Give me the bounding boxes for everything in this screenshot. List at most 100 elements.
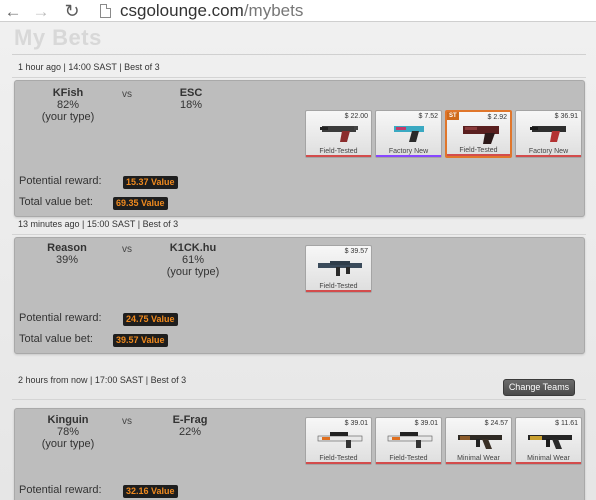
rarity-bar: [306, 290, 371, 292]
rarity-bar: [306, 462, 371, 464]
team-name: ESC: [179, 87, 203, 99]
total-value-label: Total value bet:: [19, 196, 93, 208]
pistol-icon: [320, 126, 358, 142]
bet-items: $ 22.00 Field-Tested $ 7.52 Factory New …: [305, 110, 582, 158]
item-condition: Factory New: [528, 148, 569, 155]
potential-reward-value: 15.37 Value: [123, 176, 178, 189]
team-1: Kinguin 78% (your type): [35, 414, 101, 450]
url-host: csgolounge.com: [120, 1, 244, 20]
item-condition: Factory New: [388, 148, 429, 155]
item-price: $ 39.01: [344, 420, 368, 427]
team-name: K1CK.hu: [169, 242, 217, 254]
forward-arrow-icon[interactable]: →: [31, 1, 51, 21]
browser-toolbar: ← → ↻ csgolounge.com/mybets: [0, 0, 596, 22]
potential-reward-label: Potential reward:: [19, 484, 102, 496]
item-price: $ 2.92: [487, 114, 507, 121]
item-condition: Field-Tested: [319, 455, 358, 462]
item-condition: Field-Tested: [459, 147, 498, 154]
rarity-bar: [306, 155, 371, 157]
match-box: Reason 39% vs K1CK.hu 61% (your type) $ …: [14, 237, 585, 354]
bet-item[interactable]: $ 24.57 Minimal Wear: [445, 417, 512, 465]
team-2: E-Frag 22%: [165, 414, 215, 438]
page-content: My Bets 1 hour ago | 14:00 SAST | Best o…: [0, 22, 596, 500]
team-name: Kinguin: [47, 414, 89, 426]
rarity-bar: [376, 155, 441, 157]
pistol-icon: [463, 126, 499, 144]
total-value-label: Total value bet:: [19, 333, 93, 345]
team-percent: 61%: [181, 254, 205, 266]
potential-reward-label: Potential reward:: [19, 175, 102, 187]
divider: [12, 77, 586, 78]
item-condition: Minimal Wear: [527, 455, 570, 462]
team-name: KFish: [52, 87, 84, 99]
item-price: $ 24.57: [484, 420, 508, 427]
rarity-bar: [446, 462, 511, 464]
bet-meta: 1 hour ago | 14:00 SAST | Best of 3: [18, 62, 160, 72]
potential-reward-value: 24.75 Value: [123, 313, 178, 326]
match-box: KFish 82% (your type) vs ESC 18% $ 22.00…: [14, 80, 585, 217]
item-price: $ 11.61: [555, 420, 578, 427]
team-name: E-Frag: [172, 414, 208, 426]
divider: [12, 234, 586, 235]
bet-item[interactable]: $ 39.57 Field-Tested: [305, 245, 372, 293]
item-price: $ 39.01: [414, 420, 438, 427]
divider: [12, 399, 586, 400]
url-path: /mybets: [243, 1, 304, 20]
team-percent: 78%: [56, 426, 80, 438]
bet-items: $ 39.57 Field-Tested: [305, 245, 372, 293]
item-price: $ 39.57: [344, 248, 368, 255]
rifle-icon: [318, 261, 362, 276]
bet-meta: 13 minutes ago | 15:00 SAST | Best of 3: [18, 219, 179, 229]
address-bar[interactable]: csgolounge.com/mybets: [120, 0, 303, 22]
team-1: KFish 82% (your type): [35, 87, 101, 123]
team-percent: 82%: [56, 99, 80, 111]
sniper-rifle-icon: [317, 432, 363, 448]
total-value-value: 69.35 Value: [113, 197, 168, 210]
total-value-value: 39.57 Value: [113, 334, 168, 347]
rarity-bar: [447, 154, 510, 156]
bet-item[interactable]: $ 22.00 Field-Tested: [305, 110, 372, 158]
bet-item-selected[interactable]: ST $ 2.92 Field-Tested: [445, 110, 512, 158]
bet-item[interactable]: $ 39.01 Field-Tested: [305, 417, 372, 465]
rifle-icon: [458, 435, 502, 449]
team-name: Reason: [47, 242, 87, 254]
change-teams-button[interactable]: Change Teams: [503, 379, 575, 396]
pistol-icon: [530, 126, 566, 142]
team-2: ESC 18%: [171, 87, 211, 111]
potential-reward-value: 32.16 Value: [123, 485, 178, 498]
team-percent: 18%: [179, 99, 203, 111]
vs-label: vs: [122, 416, 132, 427]
item-price: $ 22.00: [344, 113, 368, 120]
pistol-icon: [394, 126, 424, 142]
item-condition: Field-Tested: [319, 283, 358, 290]
bet-item[interactable]: $ 7.52 Factory New: [375, 110, 442, 158]
vs-label: vs: [122, 244, 132, 255]
bet-meta: 2 hours from now | 17:00 SAST | Best of …: [18, 375, 187, 385]
page-icon: [100, 4, 111, 18]
item-condition: Field-Tested: [319, 148, 358, 155]
item-price: $ 7.52: [418, 113, 438, 120]
team-2: K1CK.hu 61% (your type): [160, 242, 226, 278]
back-arrow-icon[interactable]: ←: [3, 1, 23, 21]
stattrak-badge: ST: [447, 112, 459, 120]
potential-reward-label: Potential reward:: [19, 312, 102, 324]
item-price: $ 36.91: [554, 113, 578, 120]
page-title: My Bets: [14, 25, 102, 50]
bet-items: $ 39.01 Field-Tested $ 39.01 Field-Teste…: [305, 417, 582, 465]
team-note: (your type): [166, 266, 220, 278]
item-condition: Field-Tested: [389, 455, 428, 462]
team-percent: 39%: [55, 254, 79, 266]
match-box: Kinguin 78% (your type) vs E-Frag 22% $ …: [14, 408, 585, 500]
rifle-icon: [528, 435, 572, 449]
title-divider: [12, 54, 586, 55]
bet-item[interactable]: $ 39.01 Field-Tested: [375, 417, 442, 465]
team-note: (your type): [41, 438, 95, 450]
bet-item[interactable]: $ 11.61 Minimal Wear: [515, 417, 582, 465]
rarity-bar: [516, 462, 581, 464]
vs-label: vs: [122, 89, 132, 100]
item-condition: Minimal Wear: [457, 455, 500, 462]
rarity-bar: [516, 155, 581, 157]
bet-item[interactable]: $ 36.91 Factory New: [515, 110, 582, 158]
reload-icon[interactable]: ↻: [62, 1, 82, 21]
team-1: Reason 39%: [37, 242, 97, 266]
